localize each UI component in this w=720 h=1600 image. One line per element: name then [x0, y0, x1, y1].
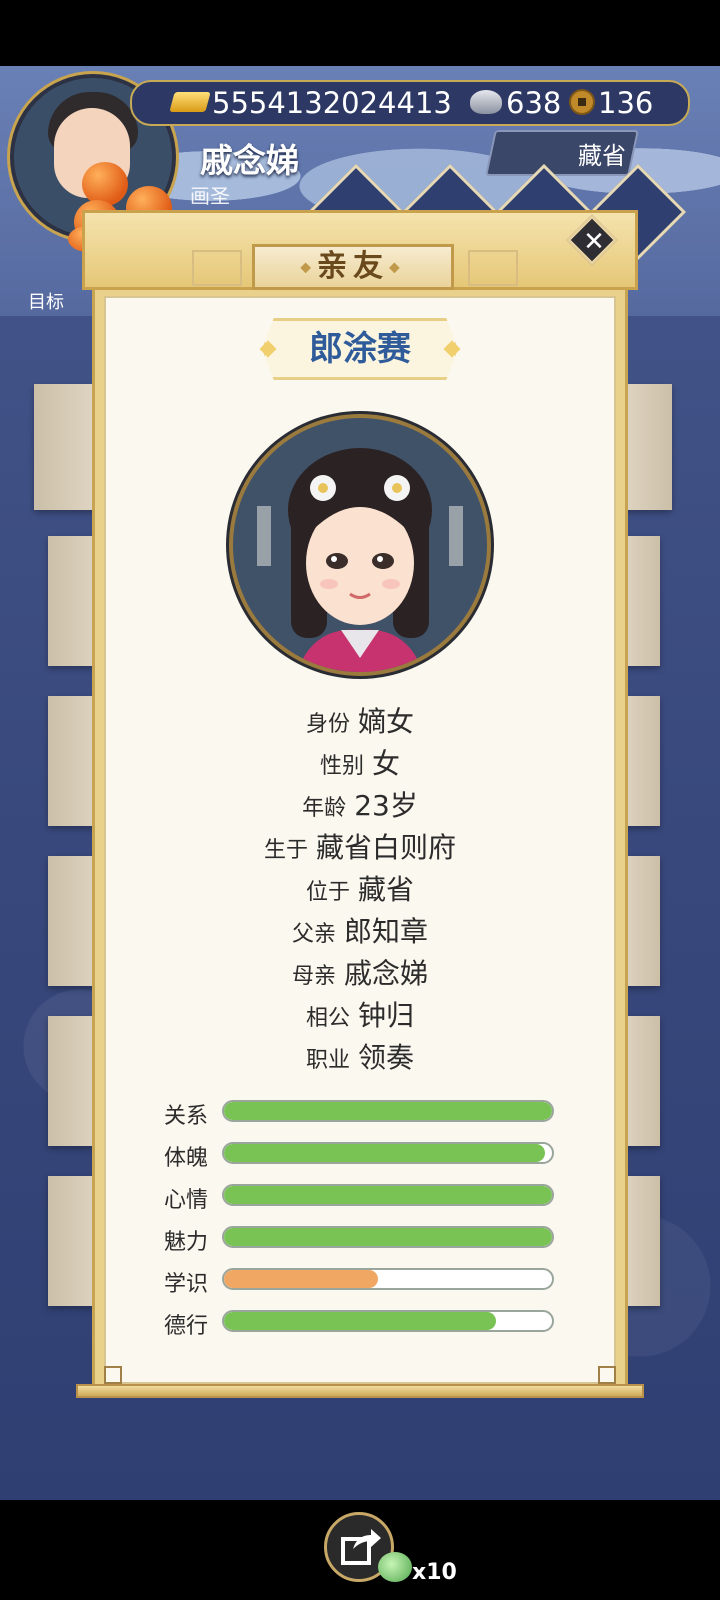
- stat-label-physique: 体魄: [164, 1146, 209, 1171]
- info-value: 领奏: [358, 1041, 415, 1074]
- share-count: x10: [412, 1560, 457, 1585]
- info-age: 年龄 23岁: [104, 784, 616, 824]
- info-birthplace: 生于 藏省白则府: [104, 826, 616, 866]
- silver-ingot-icon: [470, 90, 502, 114]
- gold-amount: 5554132024413: [212, 86, 452, 120]
- info-label: 年龄: [302, 796, 347, 821]
- info-mother: 母亲 戚念娣: [104, 952, 616, 992]
- stat-fill: [224, 1144, 546, 1162]
- info-location: 位于 藏省: [104, 868, 616, 908]
- coin-icon: [569, 89, 595, 115]
- close-icon[interactable]: ✕: [576, 224, 612, 260]
- modal-bottom-rail: [76, 1384, 644, 1398]
- info-occupation: 职业 领奏: [104, 1036, 616, 1076]
- resource-bar: 5554132024413 638 136: [130, 80, 690, 126]
- stat-bar-physique: [222, 1142, 554, 1164]
- info-label: 性别: [319, 754, 364, 779]
- status-bar: [0, 0, 720, 66]
- info-value: 戚念娣: [344, 957, 429, 990]
- info-gender: 性别女: [104, 742, 616, 782]
- stat-fill: [224, 1186, 552, 1204]
- stat-label-mood: 心情: [164, 1188, 209, 1213]
- info-label: 身份: [305, 712, 350, 737]
- title-ornament-icon: ◆: [300, 259, 317, 276]
- target-label[interactable]: 目标: [28, 288, 64, 314]
- info-label: 职业: [305, 1048, 350, 1073]
- info-value: 女: [372, 747, 401, 780]
- corner-ornament: [598, 1366, 616, 1384]
- stat-fill: [224, 1270, 379, 1288]
- stat-label-knowledge: 学识: [164, 1272, 209, 1297]
- stat-label-charm: 魅力: [164, 1230, 209, 1255]
- stat-fill: [224, 1102, 552, 1120]
- info-label: 位于: [305, 880, 350, 905]
- stat-bar-mood: [222, 1184, 554, 1206]
- stat-bar-charm: [222, 1226, 554, 1248]
- info-label: 生于: [263, 838, 308, 863]
- player-title: 画圣: [190, 184, 230, 208]
- gold-ingot-icon: [169, 92, 211, 112]
- stat-label-virtue: 德行: [164, 1314, 209, 1339]
- info-value: 藏省: [358, 873, 415, 906]
- stat-fill: [224, 1228, 552, 1246]
- info-father: 父亲 郎知章: [104, 910, 616, 950]
- info-label: 父亲: [291, 922, 336, 947]
- info-value: 嫡女: [358, 705, 415, 738]
- character-name: 郎涂赛: [309, 329, 411, 369]
- fruit-icon: [82, 162, 128, 206]
- info-value: 23岁: [354, 789, 418, 822]
- modal-title: 亲友: [317, 249, 389, 284]
- stat-bar-relationship: [222, 1100, 554, 1122]
- info-value: 郎知章: [344, 915, 429, 948]
- header-ornament: [468, 250, 518, 286]
- info-identity: 身份 嫡女: [104, 700, 616, 740]
- modal-title-plate: ◆亲友◆: [252, 244, 454, 290]
- character-portrait-art: [257, 448, 463, 672]
- silver-amount: 638: [506, 86, 562, 120]
- info-value: 藏省白则府: [316, 831, 457, 864]
- pet-icon: [378, 1552, 412, 1582]
- stat-bar-knowledge: [222, 1268, 554, 1290]
- info-label: 母亲: [291, 964, 336, 989]
- stat-label-relationship: 关系: [164, 1104, 209, 1129]
- location-label: 藏省: [578, 142, 626, 170]
- corner-ornament: [104, 1366, 122, 1384]
- info-value: 钟归: [358, 999, 415, 1032]
- player-name: 戚念娣: [200, 141, 299, 180]
- character-portrait: [229, 414, 491, 676]
- info-label: 相公: [305, 1006, 350, 1031]
- header-ornament: [192, 250, 242, 286]
- stat-fill: [224, 1312, 497, 1330]
- title-ornament-icon: ◆: [389, 259, 406, 276]
- info-husband: 相公 钟归: [104, 994, 616, 1034]
- coin-amount: 136: [598, 86, 654, 120]
- stat-bar-virtue: [222, 1310, 554, 1332]
